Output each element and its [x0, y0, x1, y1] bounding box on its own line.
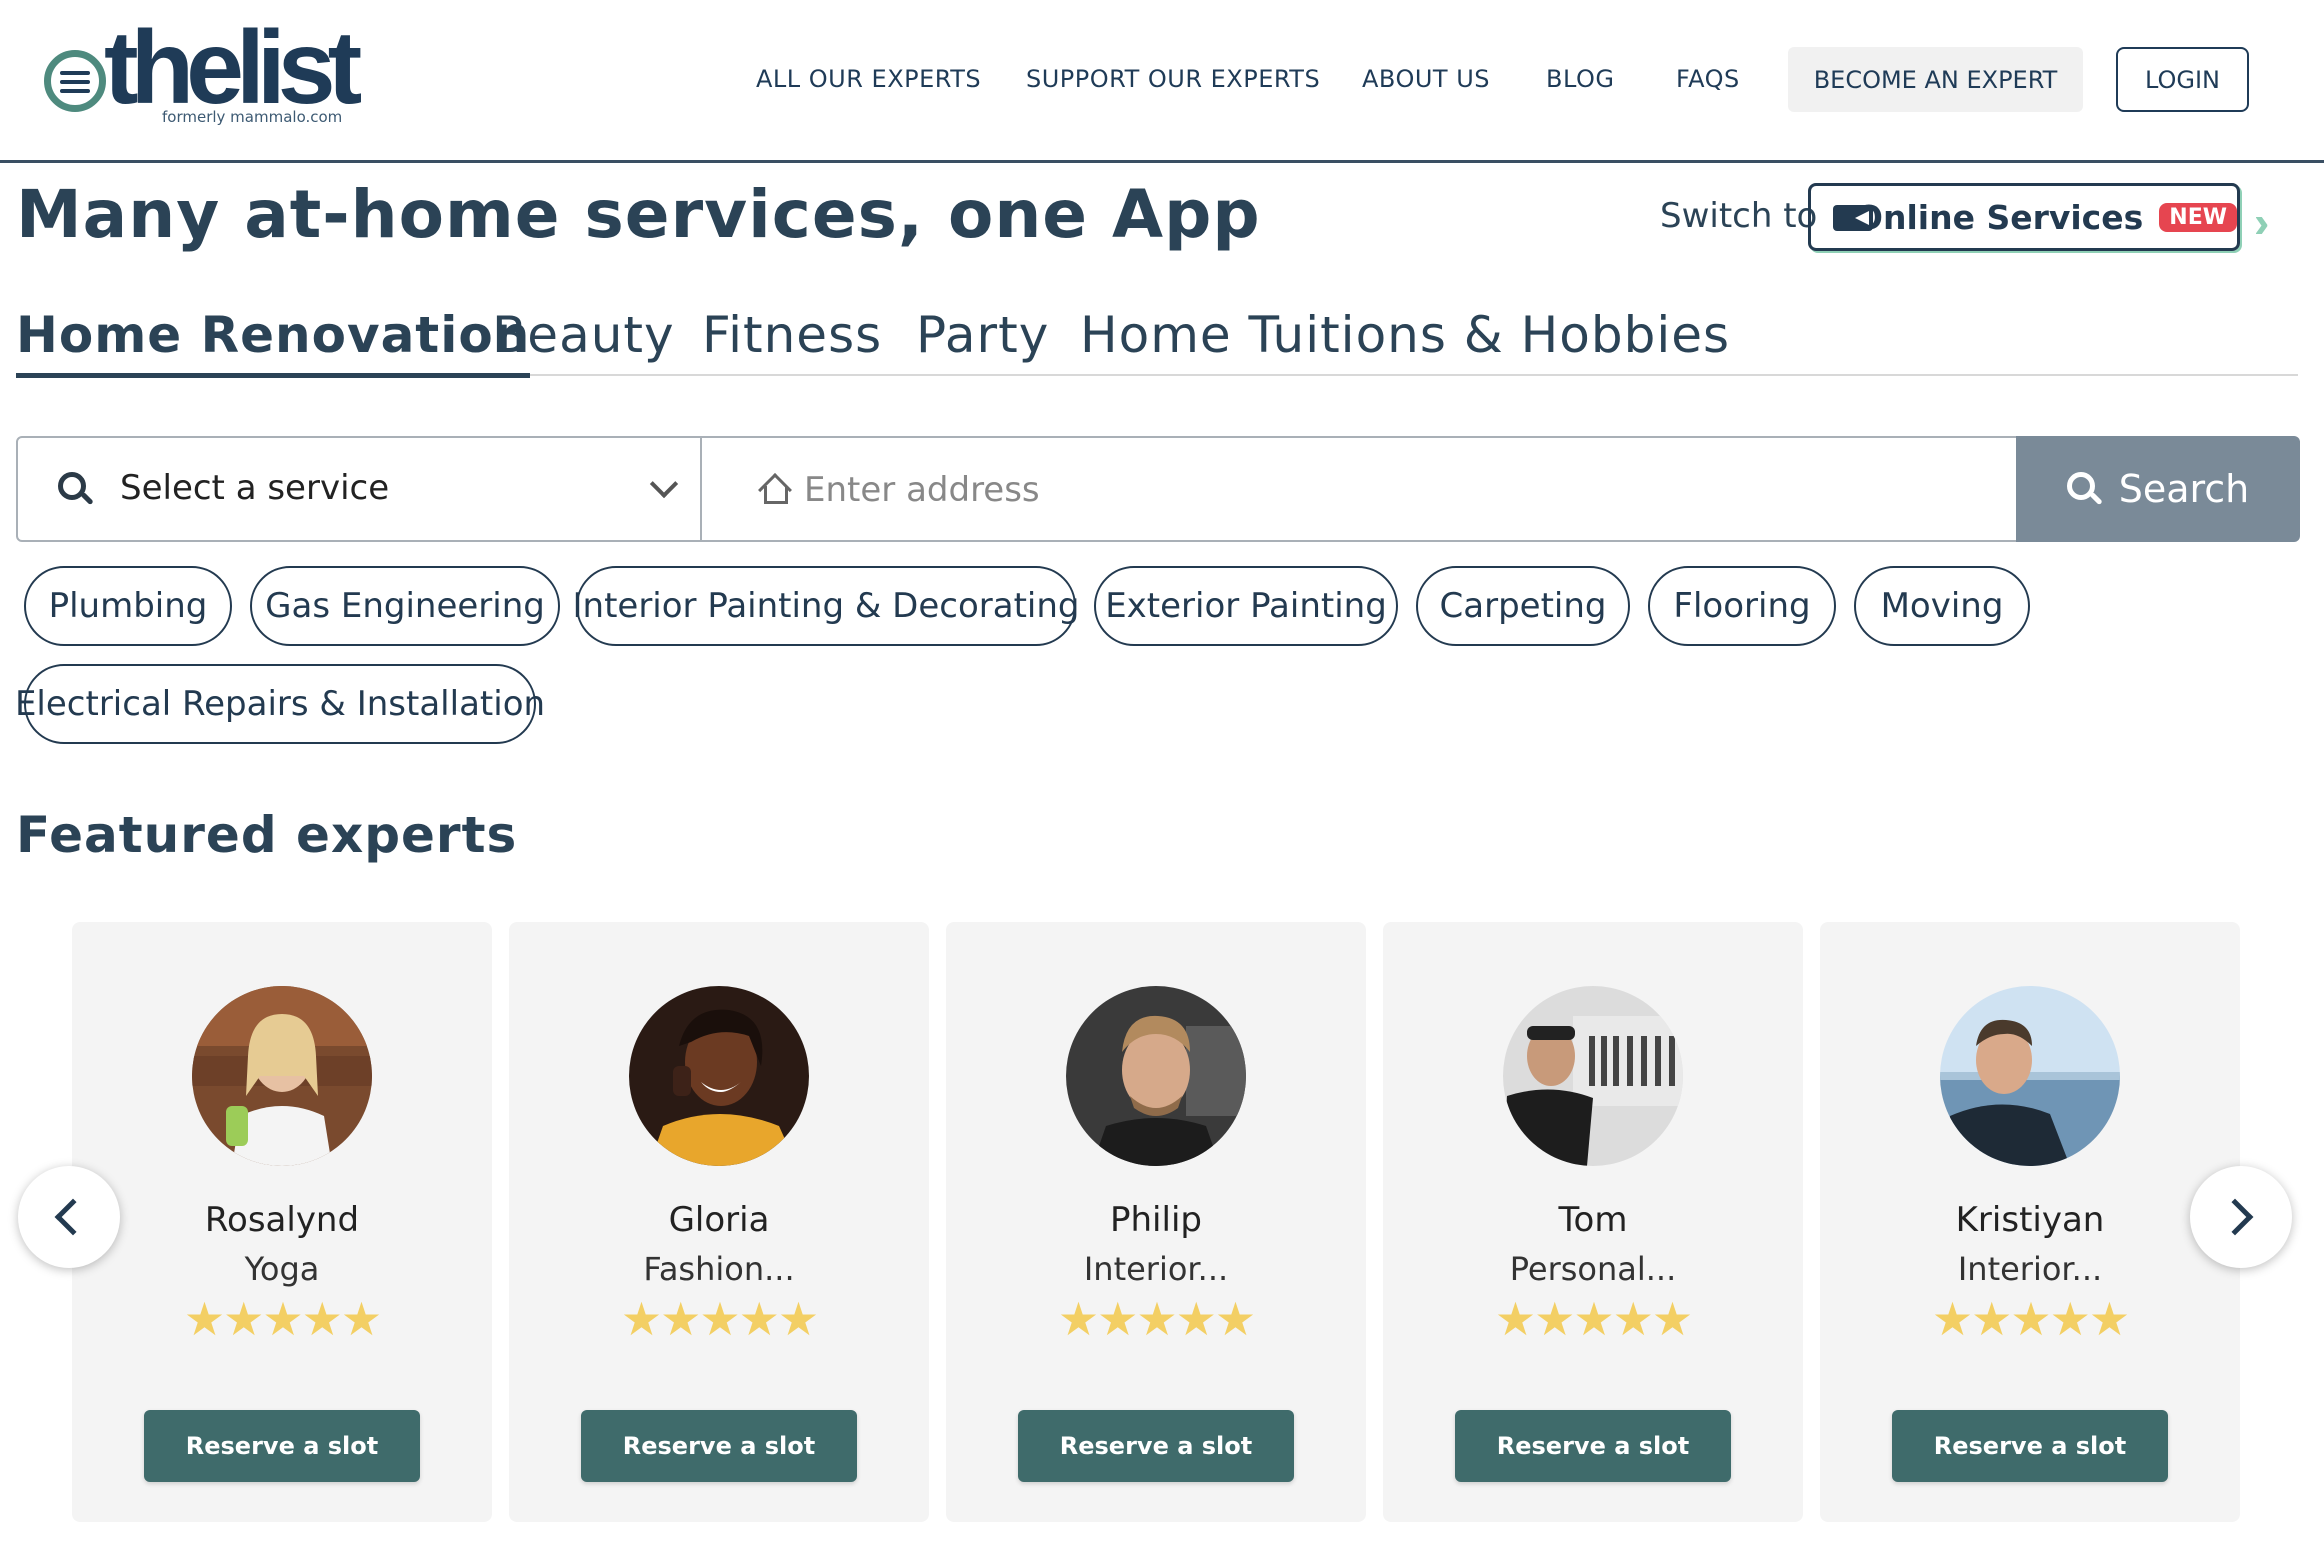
- expert-card[interactable]: Rosalynd Yoga ★★★★★ Reserve a slot: [72, 922, 492, 1522]
- expert-name: Kristiyan: [1955, 1200, 2105, 1240]
- chevron-left-icon: [54, 1198, 92, 1236]
- expert-card[interactable]: Philip Interior... ★★★★★ Reserve a slot: [946, 922, 1366, 1522]
- new-badge: NEW: [2159, 202, 2237, 232]
- become-expert-button[interactable]: BECOME AN EXPERT: [1788, 47, 2083, 112]
- expert-card[interactable]: Tom Personal... ★★★★★ Reserve a slot: [1383, 922, 1803, 1522]
- tab-home-tuitions-hobbies[interactable]: Home Tuitions & Hobbies: [1080, 306, 1730, 376]
- expert-role: Personal...: [1509, 1250, 1677, 1288]
- avatar: [192, 986, 372, 1166]
- expert-role: Interior...: [1083, 1250, 1229, 1288]
- reserve-slot-button[interactable]: Reserve a slot: [1455, 1410, 1731, 1482]
- expert-role: Interior...: [1957, 1250, 2103, 1288]
- switch-to-label: Switch to: [1660, 196, 1818, 236]
- nav-about-us[interactable]: ABOUT US: [1362, 46, 1490, 112]
- rating-stars: ★★★★★: [620, 1292, 819, 1346]
- chip-plumbing[interactable]: Plumbing: [24, 566, 232, 646]
- chip-carpeting[interactable]: Carpeting: [1416, 566, 1630, 646]
- rating-stars: ★★★★★: [1494, 1292, 1693, 1346]
- tab-fitness[interactable]: Fitness: [702, 306, 882, 376]
- video-camera-icon: [1833, 203, 1873, 231]
- avatar: [1066, 986, 1246, 1166]
- chip-electrical[interactable]: Electrical Repairs & Installation: [15, 664, 545, 744]
- house-icon: [758, 472, 794, 507]
- list-circle-icon: [44, 50, 106, 112]
- login-button[interactable]: LOGIN: [2116, 47, 2249, 112]
- tab-home-renovation[interactable]: Home Renovation: [16, 306, 531, 378]
- expert-role: Fashion...: [643, 1250, 795, 1288]
- chevron-right-icon: [2216, 1198, 2254, 1236]
- chip-exterior-painting[interactable]: Exterior Painting: [1094, 566, 1398, 646]
- address-input[interactable]: [804, 462, 2004, 518]
- expert-card[interactable]: Gloria Fashion... ★★★★★ Reserve a slot: [509, 922, 929, 1522]
- reserve-slot-button[interactable]: Reserve a slot: [1892, 1410, 2168, 1482]
- category-tabs: Home Renovation Beauty Fitness Party Hom…: [16, 306, 2298, 378]
- rating-stars: ★★★★★: [1057, 1292, 1256, 1346]
- chip-gas-engineering[interactable]: Gas Engineering: [250, 566, 560, 646]
- tab-beauty[interactable]: Beauty: [492, 306, 675, 376]
- avatar: [1503, 986, 1683, 1166]
- search-button-label: Search: [2118, 467, 2250, 511]
- logo-subtitle: formerly mammalo.com: [162, 108, 343, 126]
- online-services-label: Online Services: [1854, 197, 2144, 237]
- avatar: [1940, 986, 2120, 1166]
- double-chevron-right-icon: ››: [2254, 198, 2274, 247]
- reserve-slot-button[interactable]: Reserve a slot: [581, 1410, 857, 1482]
- featured-experts-heading: Featured experts: [16, 806, 518, 864]
- nav-blog[interactable]: BLOG: [1546, 46, 1614, 112]
- service-select-label: Select a service: [120, 468, 390, 508]
- nav-support-our-experts[interactable]: SUPPORT OUR EXPERTS: [1026, 46, 1320, 112]
- service-select[interactable]: Select a service: [18, 438, 702, 540]
- search-icon: [58, 472, 94, 506]
- chip-moving[interactable]: Moving: [1854, 566, 2030, 646]
- expert-name: Rosalynd: [204, 1200, 360, 1240]
- expert-name: Tom: [1558, 1200, 1628, 1240]
- nav-faqs[interactable]: FAQS: [1676, 46, 1740, 112]
- reserve-slot-button[interactable]: Reserve a slot: [144, 1410, 420, 1482]
- chip-flooring[interactable]: Flooring: [1648, 566, 1836, 646]
- expert-name: Gloria: [668, 1200, 770, 1240]
- site-header: thelist formerly mammalo.com ALL OUR EXP…: [0, 0, 2324, 163]
- reserve-slot-button[interactable]: Reserve a slot: [1018, 1410, 1294, 1482]
- chip-interior-painting[interactable]: Interior Painting & Decorating: [573, 566, 1080, 646]
- rating-stars: ★★★★★: [1931, 1292, 2130, 1346]
- search-bar: Select a service Search: [16, 436, 2300, 542]
- avatar: [629, 986, 809, 1166]
- search-icon: [2066, 472, 2103, 506]
- carousel-prev-button[interactable]: [18, 1166, 120, 1268]
- search-button[interactable]: Search: [2016, 436, 2300, 542]
- rating-stars: ★★★★★: [183, 1292, 382, 1346]
- carousel-next-button[interactable]: [2190, 1166, 2292, 1268]
- expert-name: Philip: [1110, 1200, 1202, 1240]
- expert-card[interactable]: Kristiyan Interior... ★★★★★ Reserve a sl…: [1820, 922, 2240, 1522]
- tab-party[interactable]: Party: [916, 306, 1049, 376]
- nav-all-our-experts[interactable]: ALL OUR EXPERTS: [756, 46, 981, 112]
- chevron-down-icon: [649, 469, 679, 499]
- expert-role: Yoga: [244, 1250, 320, 1288]
- page-title: Many at-home services, one App: [16, 176, 1261, 253]
- logo-wordmark: thelist: [104, 10, 362, 126]
- online-services-button[interactable]: Online Services NEW: [1808, 183, 2240, 251]
- thelist-logo[interactable]: thelist formerly mammalo.com: [44, 16, 362, 132]
